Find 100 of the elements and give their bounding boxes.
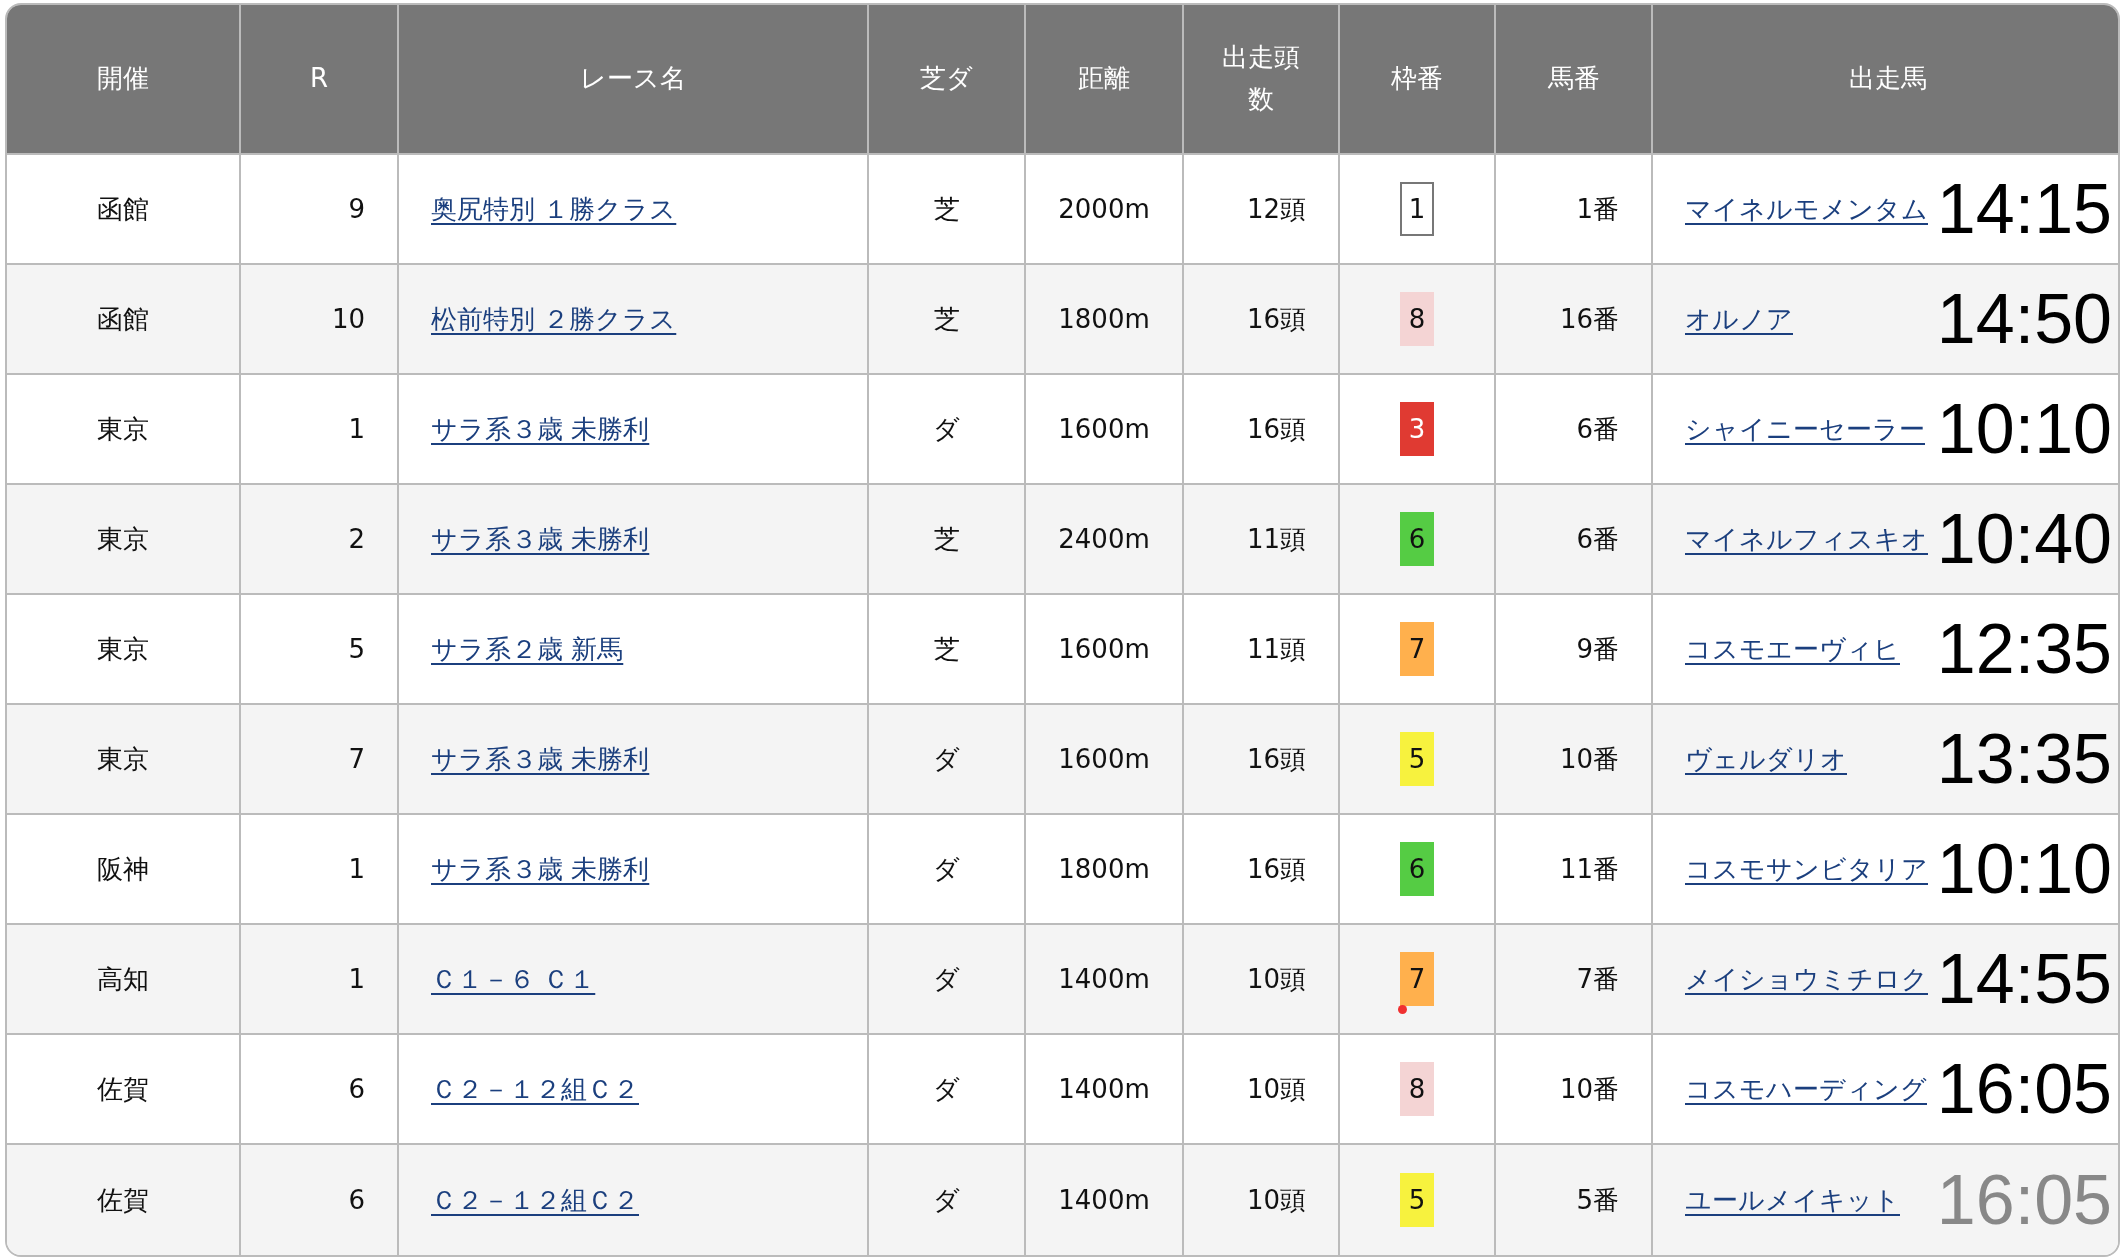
surface-cell-text: ダ (933, 412, 960, 446)
venue-cell-text: 東京 (97, 632, 149, 666)
horse-name-link[interactable]: マイネルモメンタム (1685, 191, 1928, 227)
horse-name-link[interactable]: コスモハーディング (1685, 1071, 1927, 1107)
column-header: 芝ダ (920, 62, 973, 96)
runners-cell-text: 16頭 (1246, 852, 1306, 886)
race-name-link[interactable]: サラ系３歳 未勝利 (431, 851, 650, 887)
horse-number-cell-text: 10番 (1559, 1072, 1619, 1106)
post-time: 16:05 (1936, 1165, 2112, 1235)
frame-number-badge: 7 (1400, 622, 1434, 676)
post-time: 13:35 (1936, 724, 2112, 794)
column-header: 出走頭数 (1221, 41, 1301, 116)
runners-cell-text: 10頭 (1246, 1072, 1306, 1106)
race-number-cell: 6 (348, 1074, 365, 1104)
distance-cell: 1400m (1058, 964, 1150, 994)
horse-name-link[interactable]: マイネルフィスキオ (1685, 521, 1928, 557)
frame-number-badge: 7 (1400, 952, 1434, 1006)
race-number-cell: 5 (348, 634, 365, 664)
race-name-link[interactable]: Ｃ２－１２組Ｃ２ (431, 1182, 639, 1218)
horse-name-link[interactable]: シャイニーセーラー (1685, 411, 1925, 447)
race-name-link[interactable]: サラ系２歳 新馬 (431, 631, 624, 667)
race-number-cell: 10 (331, 304, 365, 334)
frame-number-badge: 8 (1400, 292, 1434, 346)
frame-number-badge: 1 (1400, 182, 1434, 236)
race-name-link[interactable]: Ｃ１－６ Ｃ１ (431, 961, 596, 997)
runners-cell-text: 11頭 (1246, 632, 1306, 666)
runners-cell-text: 16頭 (1246, 742, 1306, 776)
horse-number-cell-text: 16番 (1559, 302, 1619, 336)
post-time: 10:10 (1936, 394, 2112, 464)
race-number-cell: 9 (348, 194, 365, 224)
horse-name-link[interactable]: コスモエーヴィヒ (1685, 631, 1900, 667)
distance-cell: 1800m (1058, 304, 1150, 334)
post-time: 10:10 (1936, 834, 2112, 904)
horse-number-cell-text: 11番 (1559, 852, 1619, 886)
race-name-link[interactable]: サラ系３歳 未勝利 (431, 521, 650, 557)
surface-cell-text: ダ (933, 962, 960, 996)
column-header: 距離 (1078, 62, 1130, 96)
venue-cell-text: 阪神 (97, 852, 149, 886)
frame-number-badge: 5 (1400, 732, 1434, 786)
surface-cell-text: ダ (933, 1183, 960, 1217)
column-header: 出走馬 (1848, 62, 1927, 96)
frame-number-badge: 5 (1400, 1173, 1434, 1227)
venue-cell-text: 東京 (97, 742, 149, 776)
race-name-link[interactable]: 松前特別 ２勝クラス (431, 301, 677, 337)
post-time: 14:50 (1936, 284, 2112, 354)
venue-cell-text: 東京 (97, 522, 149, 556)
post-time: 16:05 (1936, 1054, 2112, 1124)
runners-cell-text: 11頭 (1246, 522, 1306, 556)
venue-cell-text: 佐賀 (97, 1183, 149, 1217)
runners-cell-text: 10頭 (1246, 962, 1306, 996)
surface-cell-text: ダ (933, 1072, 960, 1106)
race-number-cell: 1 (348, 964, 365, 994)
post-time: 12:35 (1936, 614, 2112, 684)
horse-name-link[interactable]: オルノア (1685, 301, 1793, 337)
surface-cell-text: 芝 (933, 192, 960, 226)
venue-cell-text: 函館 (97, 192, 149, 226)
frame-number-badge: 3 (1400, 402, 1434, 456)
distance-cell: 1600m (1058, 634, 1150, 664)
horse-number-cell-text: 7番 (1576, 962, 1619, 996)
runners-cell-text: 10頭 (1246, 1183, 1306, 1217)
surface-cell-text: ダ (933, 742, 960, 776)
runners-cell-text: 12頭 (1246, 192, 1306, 226)
distance-cell: 1400m (1058, 1074, 1150, 1104)
distance-cell: 2400m (1058, 524, 1150, 554)
race-number-cell: 7 (348, 744, 365, 774)
frame-number-badge: 8 (1400, 1062, 1434, 1116)
race-number-cell: 6 (348, 1185, 365, 1215)
horse-name-link[interactable]: メイショウミチロク (1685, 961, 1928, 997)
venue-cell-text: 高知 (97, 962, 149, 996)
runners-cell-text: 16頭 (1246, 302, 1306, 336)
distance-cell: 2000m (1058, 194, 1150, 224)
surface-cell-text: 芝 (933, 522, 960, 556)
column-header: 開催 (97, 62, 149, 96)
post-time: 14:55 (1936, 944, 2112, 1014)
venue-cell-text: 佐賀 (97, 1072, 149, 1106)
horse-name-link[interactable]: ヴェルダリオ (1685, 741, 1847, 777)
distance-cell: 1400m (1058, 1185, 1150, 1215)
column-header: 枠番 (1391, 62, 1443, 96)
race-number-cell: 1 (348, 854, 365, 884)
horse-name-link[interactable]: コスモサンビタリア (1685, 851, 1928, 887)
frame-number-badge: 6 (1400, 842, 1434, 896)
horse-name-link[interactable]: ユールメイキット (1685, 1182, 1900, 1218)
marker-dot (1398, 1005, 1407, 1014)
horse-number-cell-text: 10番 (1559, 742, 1619, 776)
surface-cell-text: ダ (933, 852, 960, 886)
distance-cell: 1600m (1058, 744, 1150, 774)
race-name-link[interactable]: Ｃ２－１２組Ｃ２ (431, 1071, 639, 1107)
frame-number-badge: 6 (1400, 512, 1434, 566)
horse-number-cell-text: 1番 (1576, 192, 1619, 226)
race-name-link[interactable]: サラ系３歳 未勝利 (431, 741, 650, 777)
surface-cell-text: 芝 (933, 302, 960, 336)
distance-cell: 1800m (1058, 854, 1150, 884)
post-time: 10:40 (1936, 504, 2112, 574)
race-name-link[interactable]: サラ系３歳 未勝利 (431, 411, 650, 447)
race-number-cell: 1 (348, 414, 365, 444)
race-name-link[interactable]: 奥尻特別 １勝クラス (431, 191, 677, 227)
surface-cell-text: 芝 (933, 632, 960, 666)
horse-number-cell-text: 5番 (1576, 1183, 1619, 1217)
horse-number-cell-text: 9番 (1576, 632, 1619, 666)
horse-number-cell-text: 6番 (1576, 412, 1619, 446)
